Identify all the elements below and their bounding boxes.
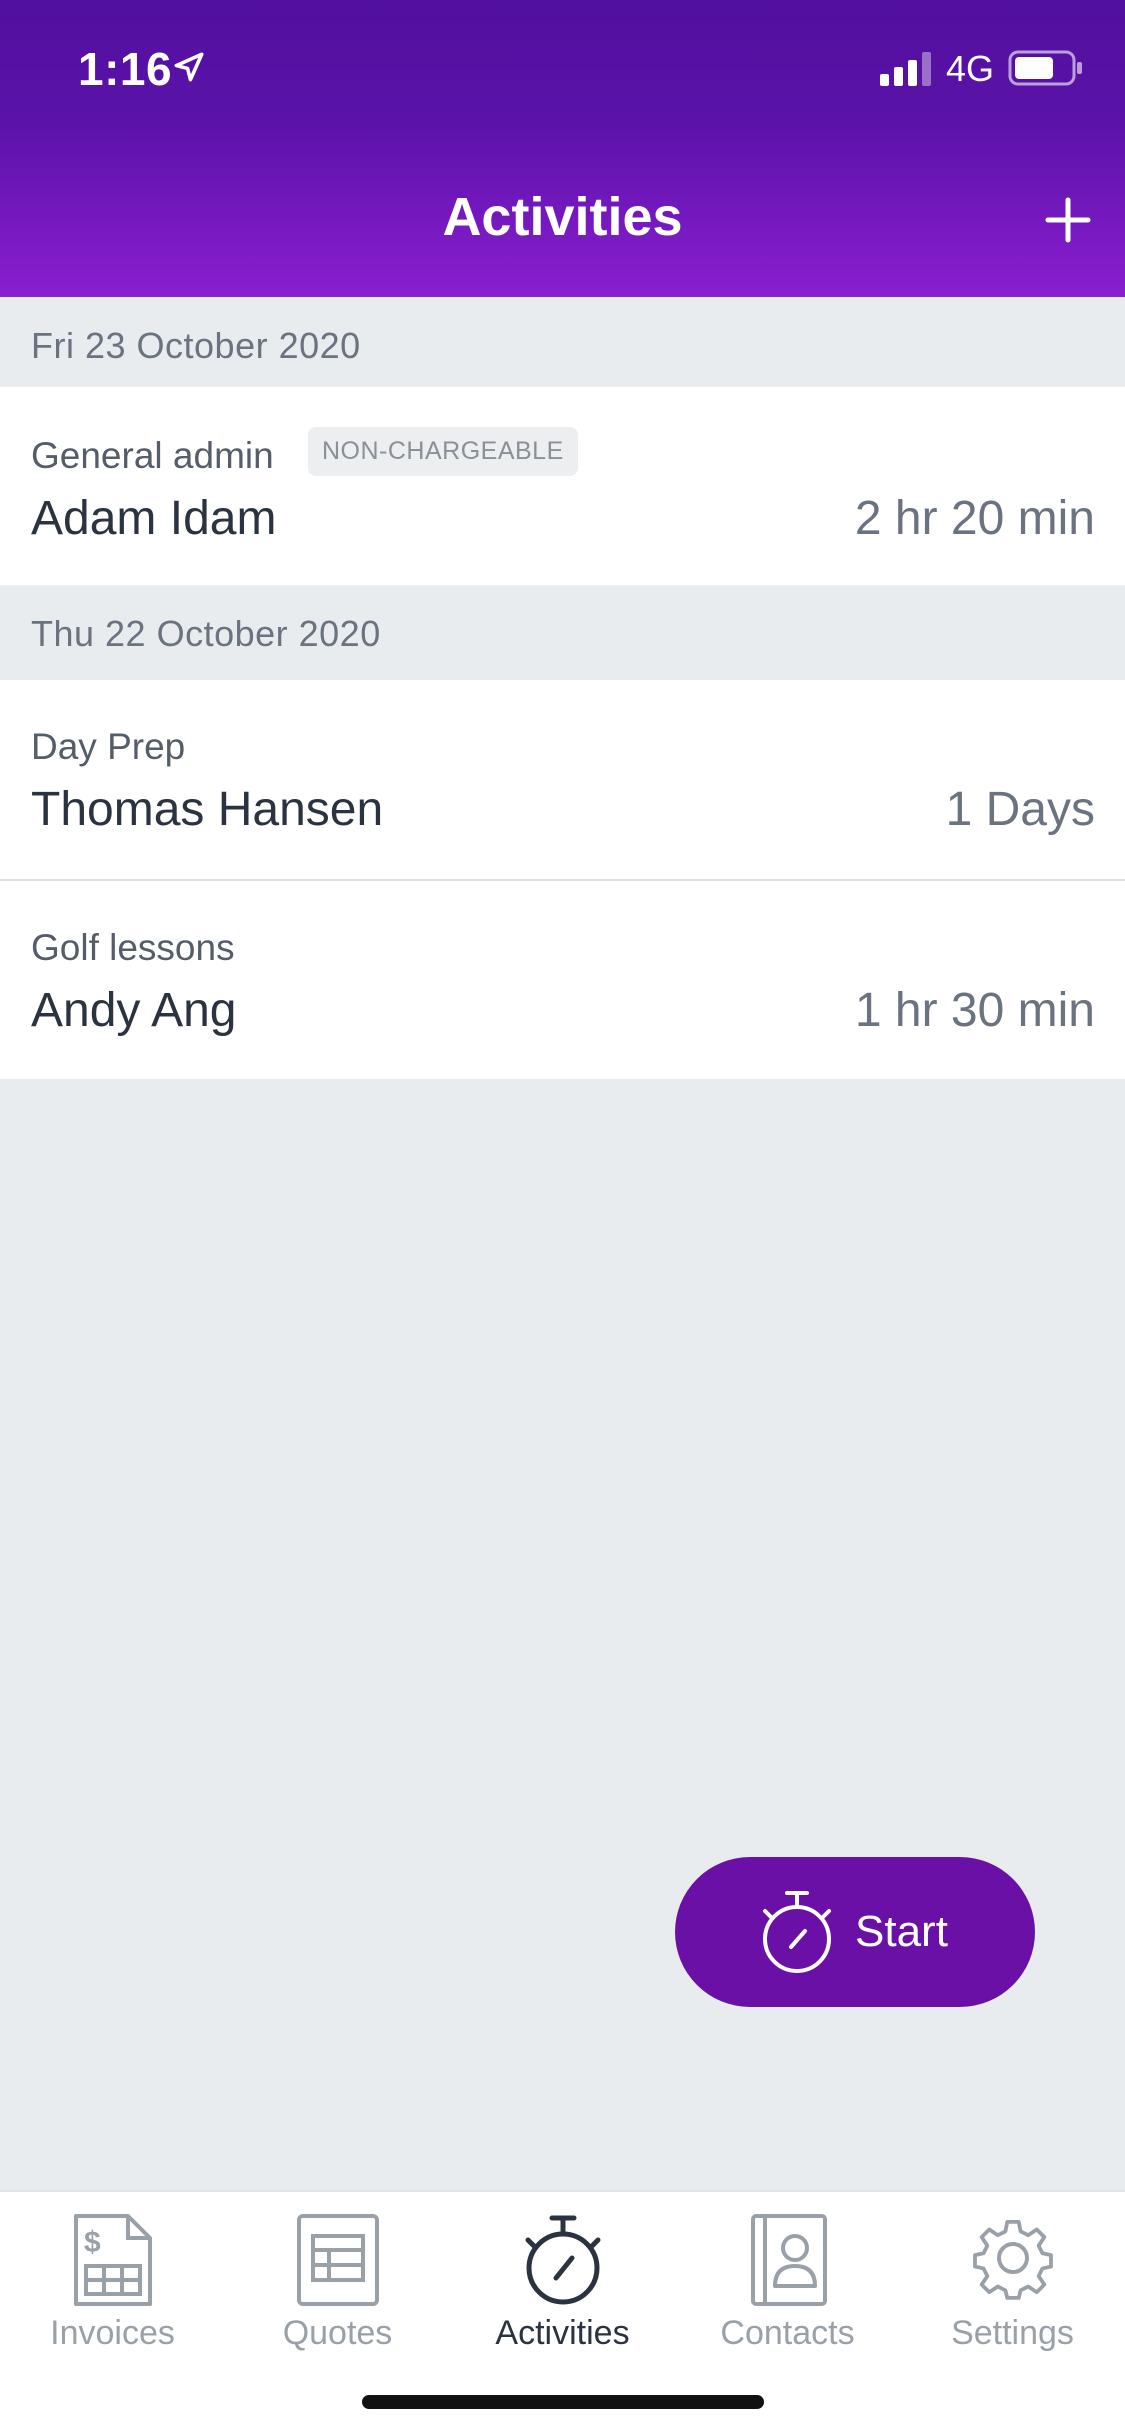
tab-label: Quotes (282, 2314, 393, 2352)
svg-text:$: $ (84, 2226, 101, 2259)
tab-label: Settings (951, 2314, 1074, 2352)
tab-quotes[interactable]: Quotes (225, 2192, 450, 2372)
activity-duration: 1 hr 30 min (854, 984, 1095, 1037)
tab-label: Contacts (720, 2314, 855, 2352)
network-type: 4G (946, 48, 995, 89)
tab-contacts[interactable]: Contacts (675, 2192, 900, 2372)
signal-icon (880, 52, 931, 86)
stopwatch-icon (525, 2215, 601, 2305)
quote-icon (297, 2214, 379, 2306)
section-date: Fri 23 October 2020 (31, 325, 361, 366)
date-section-header: Fri 23 October 2020 (0, 297, 1125, 387)
tab-activities[interactable]: Activities (450, 2192, 675, 2372)
activity-type: Day Prep (31, 726, 186, 767)
non-chargeable-badge: NON-CHARGEABLE (308, 427, 578, 476)
activity-row[interactable]: Day Prep Thomas Hansen 1 Days (0, 680, 1125, 879)
tab-label: Invoices (50, 2314, 175, 2352)
contact-book-icon (751, 2214, 827, 2306)
date-section-header: Thu 22 October 2020 (0, 585, 1125, 675)
stopwatch-icon (763, 1891, 831, 1973)
contact-name: Adam Idam (31, 492, 277, 545)
activity-duration: 1 Days (945, 783, 1095, 836)
activity-row[interactable]: General admin NON-CHARGEABLE Adam Idam 2… (0, 387, 1125, 585)
invoice-icon: $ (74, 2214, 152, 2306)
contact-name: Andy Ang (31, 984, 237, 1037)
tab-settings[interactable]: Settings (900, 2192, 1125, 2372)
activity-type: Golf lessons (31, 927, 235, 968)
plus-icon[interactable] (1044, 196, 1092, 244)
tab-label: Activities (495, 2314, 630, 2352)
activity-duration: 2 hr 20 min (854, 492, 1095, 545)
tab-invoices[interactable]: $ Invoices (0, 2192, 225, 2372)
page-title: Activities (442, 187, 683, 247)
start-timer-button[interactable]: Start (675, 1857, 1035, 2007)
location-arrow-icon (174, 52, 204, 82)
section-date: Thu 22 October 2020 (31, 613, 381, 654)
status-time: 1:16 (78, 43, 173, 95)
start-button-label: Start (855, 1907, 948, 1956)
battery-icon (1008, 50, 1082, 86)
contact-name: Thomas Hansen (31, 783, 384, 836)
header-bar: 1:16 4G Activities (0, 0, 1125, 297)
gear-icon (973, 2219, 1053, 2300)
activity-type: General admin (31, 435, 274, 476)
home-indicator (362, 2395, 764, 2409)
activity-row[interactable]: Golf lessons Andy Ang 1 hr 30 min (0, 881, 1125, 1079)
